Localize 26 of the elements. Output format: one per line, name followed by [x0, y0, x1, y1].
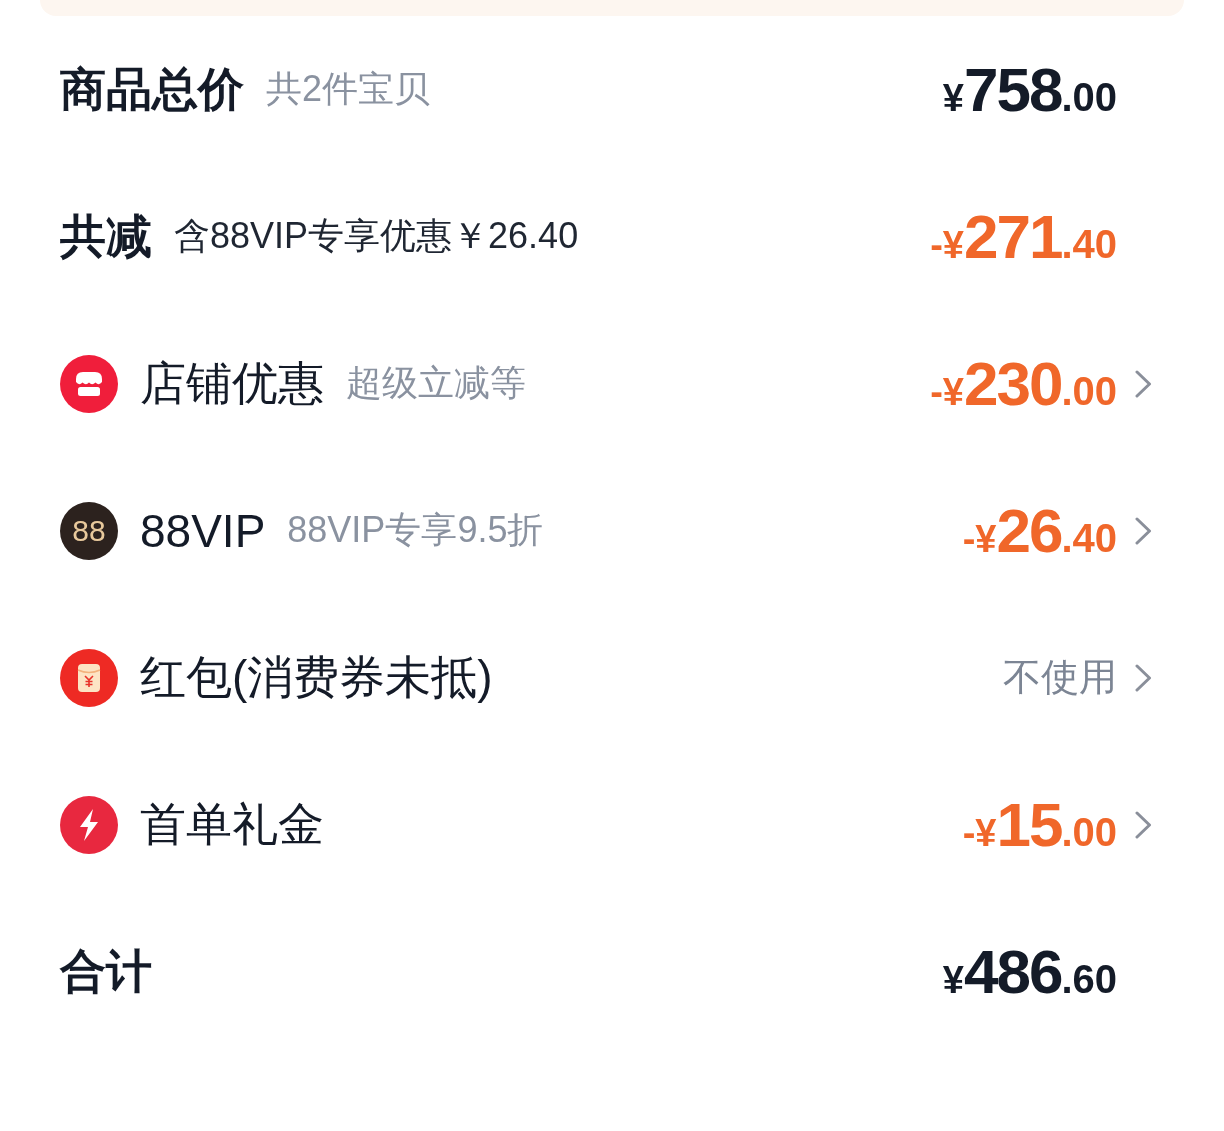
row-title: 共减 [60, 208, 152, 264]
amount-value: -¥271.40 [930, 205, 1117, 268]
chevron-right-icon[interactable] [1135, 663, 1152, 692]
row-title: 红包(消费券未抵) [140, 649, 493, 705]
store-icon [60, 354, 118, 413]
chevron-right-icon[interactable] [1135, 810, 1152, 839]
envelope-icon [60, 648, 118, 707]
amount-value: -¥26.40 [962, 499, 1117, 562]
amount-value: ¥758.00 [942, 58, 1117, 121]
status-label: 不使用 [1003, 655, 1117, 700]
row-title: 首单礼金 [140, 796, 324, 852]
chevron-right-icon[interactable] [1135, 516, 1152, 545]
row-note: 超级立减等 [346, 361, 526, 405]
chevron-right-icon[interactable] [1135, 369, 1152, 398]
row-title: 88VIP [140, 503, 266, 558]
row-title: 店铺优惠 [140, 355, 324, 411]
amount-value: -¥230.00 [930, 352, 1117, 415]
row-note: 含88VIP专享优惠￥26.40 [174, 214, 579, 258]
row-note: 共2件宝贝 [266, 67, 431, 111]
amount-value: -¥15.00 [962, 793, 1117, 856]
row-note: 88VIP专享9.5折 [287, 508, 544, 552]
vip-badge: 88 [60, 501, 118, 560]
lightning-bolt-icon [60, 795, 118, 854]
row-title: 合计 [60, 943, 152, 999]
row-title: 商品总价 [60, 61, 244, 117]
amount-value: ¥486.60 [942, 940, 1117, 1003]
